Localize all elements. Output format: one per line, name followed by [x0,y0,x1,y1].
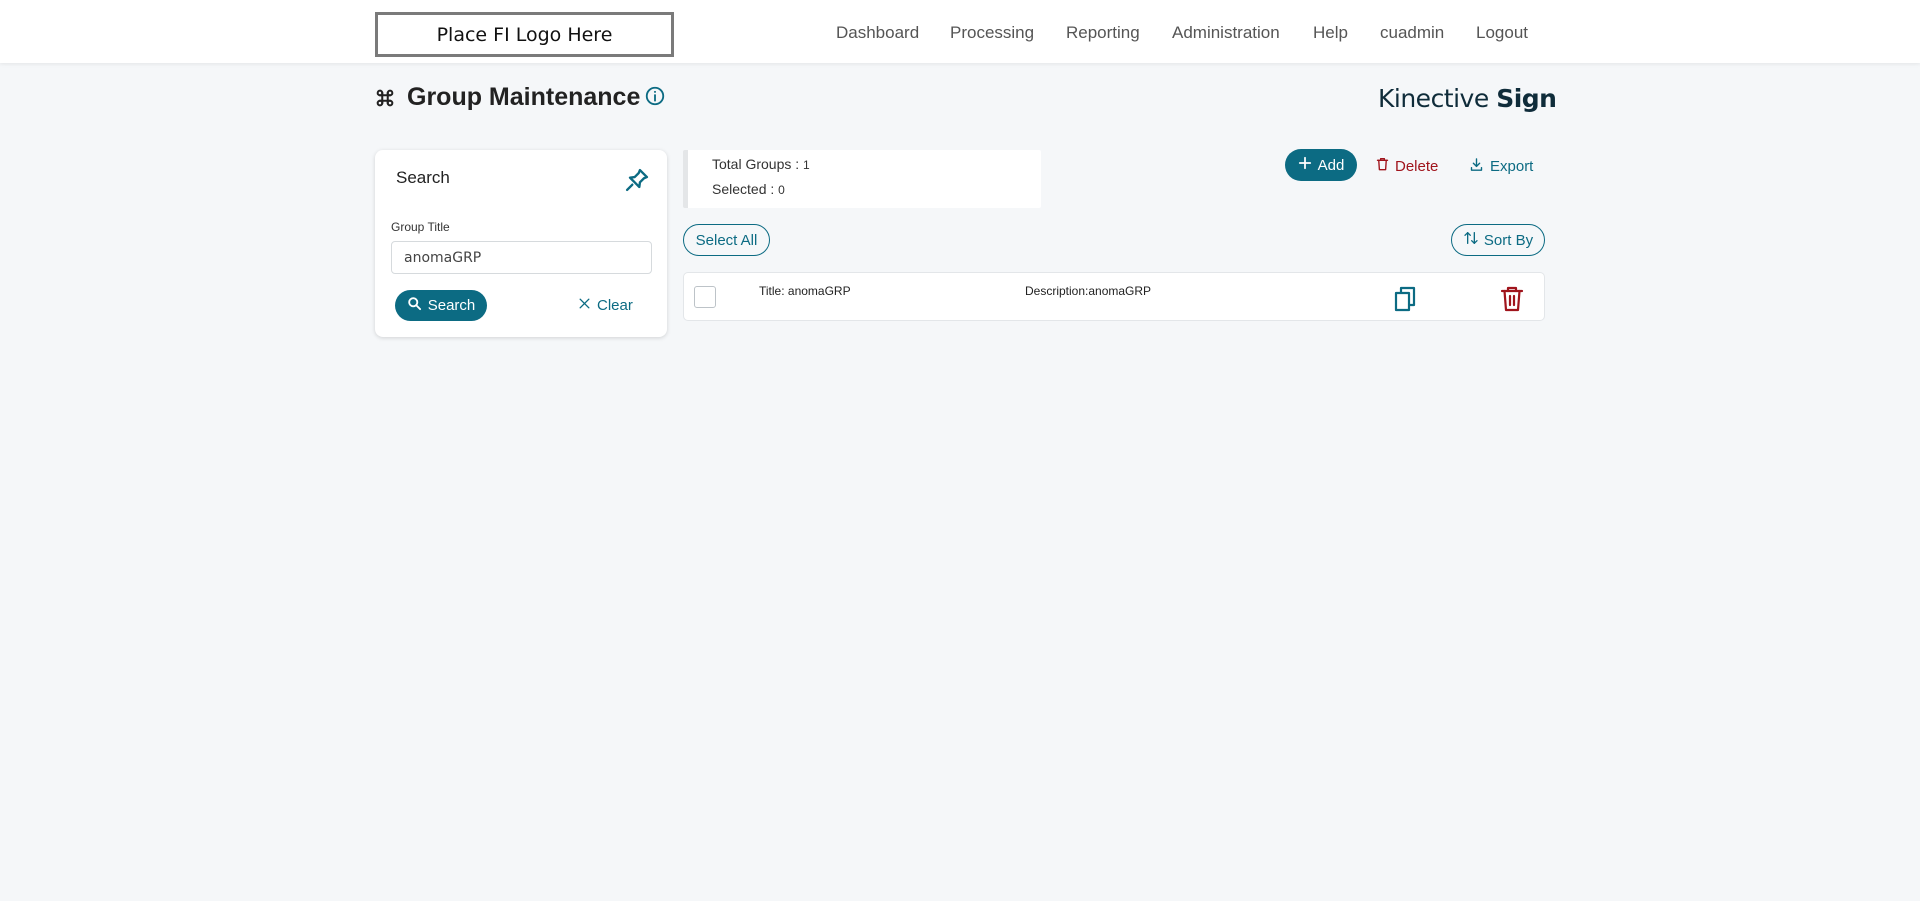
sort-icon [1463,230,1479,250]
row-title: Title: anomaGRP [759,284,851,298]
export-button-label: Export [1490,157,1534,175]
sort-by-button[interactable]: Sort By [1451,224,1545,256]
nav-user-menu[interactable]: cuadmin [1380,23,1444,43]
brand-bold-text: Sign [1496,84,1557,113]
select-all-button[interactable]: Select All [683,224,770,256]
command-icon [374,87,396,109]
clear-button-label: Clear [597,297,633,314]
copy-icon[interactable] [1393,286,1417,312]
nav-administration[interactable]: Administration [1172,23,1280,43]
nav-logout[interactable]: Logout [1476,23,1528,43]
pin-icon[interactable] [623,166,651,194]
nav-dashboard[interactable]: Dashboard [836,23,919,43]
search-icon [407,296,422,315]
delete-button[interactable]: Delete [1375,155,1438,177]
search-panel-title: Search [396,168,450,187]
delete-button-label: Delete [1395,157,1439,175]
row-delete-icon[interactable] [1500,286,1524,312]
total-groups-label: Total Groups : [712,156,804,172]
row-description: Description:anomaGRP [1025,284,1152,298]
search-button-label: Search [427,297,476,314]
export-button[interactable]: Export [1469,155,1533,177]
nav-reporting[interactable]: Reporting [1066,23,1140,43]
table-row[interactable]: Title: anomaGRP Description:anomaGRP [683,272,1545,321]
nav-processing[interactable]: Processing [950,23,1034,43]
sort-by-label: Sort By [1483,231,1534,249]
top-navbar: Place FI Logo Here Dashboard Processing … [0,0,1920,63]
summary-box: Total Groups : 1 Selected : 0 [683,150,1041,208]
nav-help[interactable]: Help [1313,23,1348,43]
selected-label: Selected : [712,181,779,197]
page-title: Group Maintenance [407,83,641,111]
group-title-label: Group Title [391,220,450,234]
total-groups-value: 1 [803,158,810,172]
selected-count: Selected : 0 [712,181,785,197]
row-checkbox[interactable] [694,286,716,308]
plus-icon [1298,156,1312,174]
trash-icon [1375,156,1390,176]
search-button[interactable]: Search [395,290,487,321]
total-groups: Total Groups : 1 [712,156,810,172]
add-button[interactable]: Add [1285,149,1357,181]
selected-value: 0 [778,183,785,197]
close-icon [578,297,591,314]
group-title-input[interactable] [391,241,652,274]
brand-light-text: Kinective [1378,84,1497,113]
info-icon[interactable] [644,85,666,107]
add-button-label: Add [1317,156,1345,174]
main-nav: Dashboard Processing Reporting Administr… [0,23,1920,45]
download-icon [1469,157,1484,176]
clear-button[interactable]: Clear [578,290,648,321]
search-panel: Search Group Title Search Clear [375,150,667,337]
brand-logo: Kinective Sign [1378,84,1557,113]
